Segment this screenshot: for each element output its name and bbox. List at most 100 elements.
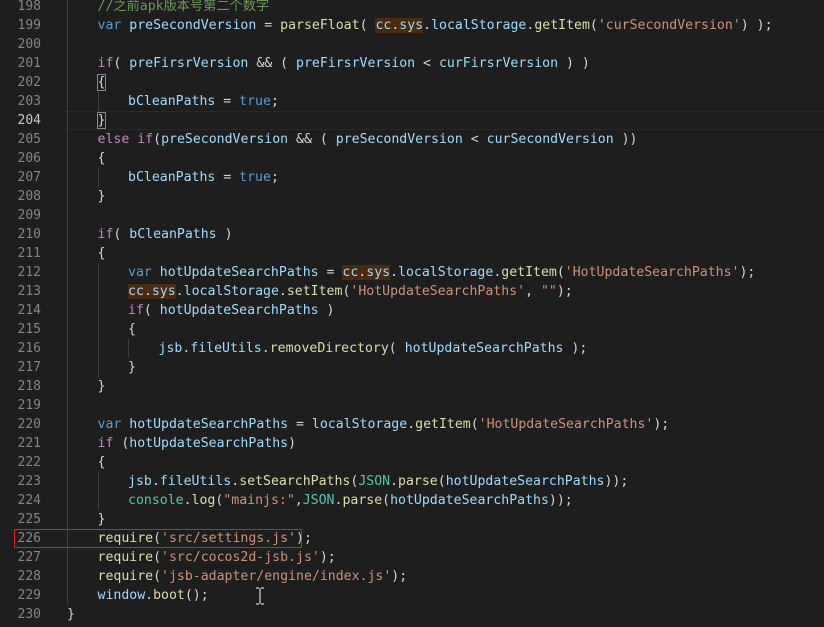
code-line[interactable]: 216 jsb.fileUtils.removeDirectory( hotUpd…	[0, 339, 824, 358]
code-token: sys	[366, 265, 391, 280]
line-number: 224	[17, 493, 41, 508]
code-line[interactable]: 212 var hotUpdateSearchPaths = cc.sys.loc…	[0, 263, 824, 282]
code-token: 'curSecondVersion'	[597, 18, 741, 33]
code-line[interactable]: 222 {	[0, 453, 824, 472]
code-token: .	[151, 474, 160, 489]
code-token: localStorage	[183, 284, 279, 299]
indent-guide	[67, 206, 68, 225]
code-token: .	[231, 474, 240, 489]
indent-guide	[67, 225, 68, 244]
line-number: 213	[17, 284, 41, 299]
indent-guide	[67, 491, 68, 510]
indent-guide	[67, 187, 68, 206]
line-code: }	[98, 187, 106, 206]
line-number: 219	[17, 398, 41, 413]
line-number: 209	[17, 208, 41, 223]
code-line[interactable]: 214 if( hotUpdateSearchPaths )	[0, 301, 824, 320]
code-token: fileUtils	[190, 341, 262, 356]
code-line[interactable]: 217}	[0, 358, 824, 377]
indent-guide	[67, 0, 68, 16]
indent-guide	[97, 358, 99, 377]
code-line[interactable]: 203 bCleanPaths = true;	[0, 92, 824, 111]
indent-guide	[67, 282, 68, 301]
code-token: getItem	[415, 417, 471, 432]
code-token: "mainjs:"	[223, 493, 295, 508]
code-line[interactable]: 223 jsb.fileUtils.setSearchPaths(JSON.par…	[0, 472, 824, 491]
code-line[interactable]: 208}	[0, 187, 824, 206]
code-line[interactable]: 229 window.boot();	[0, 586, 824, 605]
code-line[interactable]: 211 {	[0, 244, 824, 263]
code-line[interactable]: 199 var preSecondVersion = parseFloat( cc…	[0, 16, 824, 35]
code-line[interactable]: 209	[0, 206, 824, 225]
line-number: 211	[17, 246, 41, 261]
code-token: );	[563, 341, 588, 356]
code-token: );	[653, 417, 670, 432]
code-line[interactable]: 198 //之前apk版本号第二个数字	[0, 0, 824, 16]
indent-guide	[67, 339, 68, 358]
code-line[interactable]: 213 cc.sys.localStorage.setItem('HotUpdat…	[0, 282, 824, 301]
code-line[interactable]: 225}	[0, 510, 824, 529]
code-token: (	[437, 474, 446, 489]
code-token: var	[97, 18, 122, 33]
line-code: }	[67, 605, 75, 624]
line-number: 202	[17, 75, 41, 90]
code-token: }	[97, 512, 106, 527]
code-token: getItem	[501, 265, 557, 280]
code-line[interactable]: 201 if( preFirsrVersion && ( preFirsrVers…	[0, 54, 824, 73]
line-number: 220	[17, 417, 41, 432]
code-token: ));	[548, 493, 573, 508]
code-token: {	[97, 246, 106, 261]
code-token: (	[113, 436, 130, 451]
code-editor[interactable]: 198 //之前apk版本号第二个数字 199 var preSecondVersio…	[0, 0, 824, 627]
line-number: 205	[17, 132, 41, 147]
code-token: JSON	[302, 493, 335, 508]
line-number: 207	[17, 170, 41, 185]
line-number: 227	[17, 550, 41, 565]
code-token: getItem	[534, 18, 590, 33]
code-token: boot	[153, 588, 185, 603]
code-token: ;	[270, 170, 279, 185]
code-line[interactable]: 200	[0, 35, 824, 54]
code-token: (	[470, 417, 479, 432]
line-code: var hotUpdateSearchPaths = localStorage.…	[98, 415, 670, 434]
code-token: }	[128, 360, 136, 375]
code-line[interactable]: 220 var hotUpdateSearchPaths = localStora…	[0, 415, 824, 434]
code-token: cc	[342, 265, 359, 280]
code-line[interactable]: 227 require('src/cocos2d-jsb.js');	[0, 548, 824, 567]
code-token: && (	[288, 132, 336, 147]
indent-guide	[67, 377, 68, 396]
indent-guide	[67, 111, 68, 130]
line-number: 200	[17, 37, 41, 52]
code-token: }	[67, 607, 75, 622]
code-token: parseFloat	[280, 18, 360, 33]
code-line[interactable]: 219	[0, 396, 824, 415]
code-line[interactable]: 210 if( bCleanPaths )	[0, 225, 824, 244]
code-line[interactable]: 204}	[0, 111, 824, 130]
code-line[interactable]: 228 require('jsb-adapter/engine/index.js'…	[0, 567, 824, 586]
code-token: localStorage	[431, 18, 527, 33]
indent-guide	[128, 339, 129, 358]
code-line[interactable]: 224 console.log("mainjs:",JSON.parse(hotU…	[0, 491, 824, 510]
code-line[interactable]: 205 else if(preSecondVersion && ( preSeco…	[0, 130, 824, 149]
code-token: if	[128, 303, 144, 318]
code-token: 'src/cocos2d-jsb.js'	[161, 550, 320, 565]
line-number: 212	[17, 265, 41, 280]
indent-guide	[97, 282, 99, 301]
code-line[interactable]: 215 {	[0, 320, 824, 339]
code-token: ();	[184, 588, 209, 603]
indent-guide	[67, 301, 68, 320]
indent-guide	[67, 358, 68, 377]
code-token: ));	[604, 474, 629, 489]
code-line[interactable]: 202 {	[0, 73, 824, 92]
code-token: sys	[399, 18, 424, 33]
code-line[interactable]: 230}	[0, 605, 824, 624]
code-line[interactable]: 207 bCleanPaths = true;	[0, 168, 824, 187]
code-line[interactable]: 206 {	[0, 149, 824, 168]
code-line[interactable]: 218}	[0, 377, 824, 396]
code-line[interactable]: 221 if (hotUpdateSearchPaths)	[0, 434, 824, 453]
line-code: var preSecondVersion = parseFloat( cc.sy…	[98, 16, 773, 35]
code-token: .	[390, 265, 399, 280]
code-token: ,	[525, 284, 541, 299]
line-number: 217	[17, 360, 41, 375]
code-token: 'HotUpdateSearchPaths'	[350, 284, 526, 299]
